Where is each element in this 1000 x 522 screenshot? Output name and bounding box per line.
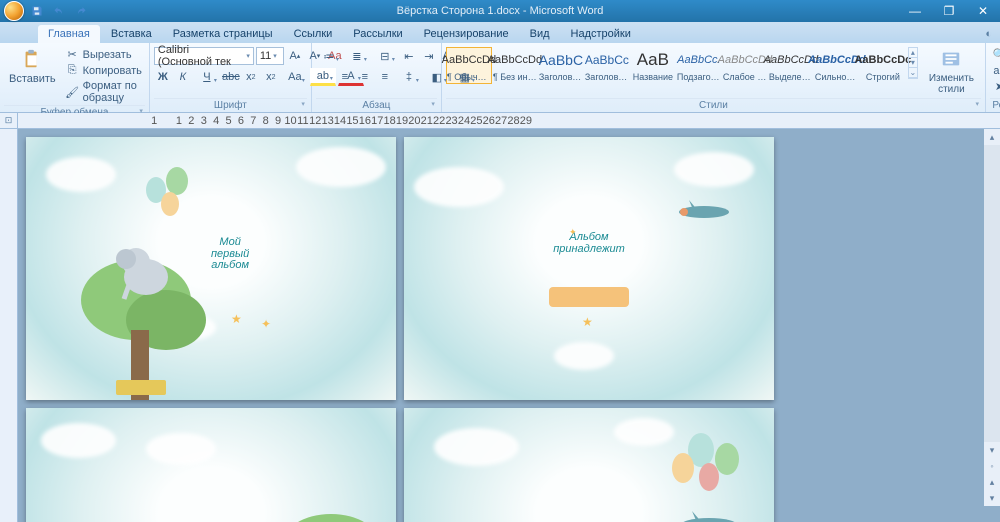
- cut-button[interactable]: ✂Вырезать: [63, 47, 145, 62]
- italic-button[interactable]: К: [174, 68, 192, 86]
- paste-icon: [20, 47, 44, 71]
- vertical-scrollbar[interactable]: ▴▾◦▴▾: [984, 129, 1000, 506]
- document-canvas[interactable]: Мойпервыйальбом ★ ✦ Альбомпринадлежит ★: [18, 129, 1000, 522]
- ruler-corner[interactable]: ⊡: [0, 113, 18, 129]
- copy-icon: ⎘: [66, 64, 79, 77]
- tab-mailings[interactable]: Рассылки: [343, 25, 412, 43]
- quick-access-toolbar: [0, 1, 90, 21]
- font-family-combo[interactable]: Calibri (Основной тек▾: [154, 47, 254, 65]
- scissors-icon: ✂: [66, 48, 79, 61]
- tab-insert[interactable]: Вставка: [101, 25, 162, 43]
- format-painter-button[interactable]: 🖌Формат по образцу: [63, 79, 145, 105]
- justify-button[interactable]: ≡: [376, 68, 394, 86]
- tab-view[interactable]: Вид: [520, 25, 560, 43]
- page1-text: Мойпервыйальбом: [211, 237, 249, 272]
- style-emphasis[interactable]: AaBbCcDdВыделение: [768, 47, 814, 84]
- help-icon[interactable]: ◐: [977, 25, 1000, 43]
- elephant-illustration: [116, 227, 176, 307]
- style-heading2[interactable]: AaBbCcЗаголовок 2: [584, 47, 630, 84]
- borders-button[interactable]: ▦: [452, 68, 478, 86]
- increase-indent-button[interactable]: ⇥: [420, 47, 438, 65]
- shading-button[interactable]: ◧: [424, 68, 450, 86]
- replace-icon: ab: [993, 64, 1000, 77]
- font-size-combo[interactable]: 11▾: [256, 47, 284, 65]
- bullets-button[interactable]: ≔: [316, 47, 342, 65]
- vertical-ruler[interactable]: [0, 129, 18, 522]
- undo-icon[interactable]: [50, 2, 68, 20]
- strike-button[interactable]: abc: [222, 68, 240, 86]
- line-spacing-button[interactable]: ‡: [396, 68, 422, 86]
- style-heading1[interactable]: AaBbCЗаголовок 1: [538, 47, 584, 84]
- plane2-illustration: [674, 503, 744, 522]
- document-area: ⊡ 11234567891011121314151617181920212223…: [0, 113, 1000, 522]
- horizontal-ruler[interactable]: 1123456789101112131415161718192021222324…: [18, 113, 1000, 129]
- subscript-button[interactable]: x2: [242, 68, 260, 86]
- find-icon: 🔍: [993, 48, 1000, 61]
- change-styles-button[interactable]: Изменить стили: [922, 45, 981, 97]
- tab-addins[interactable]: Надстройки: [561, 25, 641, 43]
- select-button[interactable]: ➤Выделить▾: [990, 79, 1000, 94]
- multilevel-button[interactable]: ⊟: [372, 47, 398, 65]
- copy-button[interactable]: ⎘Копировать: [63, 63, 145, 78]
- style-intense[interactable]: AaBbCcDdСильное в…: [814, 47, 860, 84]
- change-styles-icon: [939, 47, 963, 71]
- tab-page-layout[interactable]: Разметка страницы: [163, 25, 283, 43]
- styles-gallery[interactable]: AaBbCcDd¶ Обычный AaBbCcDd¶ Без инте… Aa…: [446, 45, 906, 86]
- group-paragraph: Абзац: [316, 98, 437, 111]
- style-title[interactable]: AaBНазвание: [630, 47, 676, 84]
- page2-text: Альбомпринадлежит: [553, 232, 625, 255]
- group-font: Шрифт: [154, 98, 307, 111]
- select-icon: ➤: [993, 80, 1000, 93]
- treehouse-illustration: [276, 511, 386, 522]
- style-subtle[interactable]: AaBbCcDdСлабое вы…: [722, 47, 768, 84]
- ribbon-banner: [549, 287, 629, 307]
- tab-references[interactable]: Ссылки: [284, 25, 343, 43]
- underline-button[interactable]: Ч: [194, 68, 220, 86]
- decrease-indent-button[interactable]: ⇤: [400, 47, 418, 65]
- grow-font-button[interactable]: A▴: [286, 47, 304, 65]
- tab-home[interactable]: Главная: [38, 25, 100, 43]
- page-1[interactable]: Мойпервыйальбом ★ ✦: [26, 137, 396, 400]
- style-strong[interactable]: AaBbCcDcСтрогий: [860, 47, 906, 84]
- paste-button[interactable]: Вставить: [4, 45, 61, 87]
- style-nospacing[interactable]: AaBbCcDd¶ Без инте…: [492, 47, 538, 84]
- minimize-button[interactable]: —: [898, 1, 932, 21]
- brush-icon: 🖌: [66, 86, 79, 99]
- highlight-button[interactable]: ab: [310, 68, 336, 86]
- page-3[interactable]: [26, 408, 396, 522]
- bold-button[interactable]: Ж: [154, 68, 172, 86]
- office-button[interactable]: [4, 1, 24, 21]
- title-bar: Вёрстка Сторона 1.docx - Microsoft Word …: [0, 0, 1000, 22]
- gallery-scroll[interactable]: ▴▾⌄: [908, 47, 918, 79]
- tab-review[interactable]: Рецензирование: [414, 25, 519, 43]
- numbering-button[interactable]: ≣: [344, 47, 370, 65]
- window-title: Вёрстка Сторона 1.docx - Microsoft Word: [397, 5, 604, 17]
- group-styles: Стили: [446, 98, 981, 111]
- maximize-button[interactable]: ❐: [932, 1, 966, 21]
- save-icon[interactable]: [28, 2, 46, 20]
- ribbon: Вставить ✂Вырезать ⎘Копировать 🖌Формат п…: [0, 43, 1000, 113]
- plane-illustration: [674, 192, 734, 232]
- close-button[interactable]: ✕: [966, 1, 1000, 21]
- change-case-button[interactable]: Aa: [282, 68, 308, 86]
- redo-icon[interactable]: [72, 2, 90, 20]
- replace-button[interactable]: abЗаменить: [990, 63, 1000, 78]
- ribbon-tabs: Главная Вставка Разметка страницы Ссылки…: [0, 22, 1000, 43]
- superscript-button[interactable]: x2: [262, 68, 280, 86]
- page-2[interactable]: Альбомпринадлежит ★ ✦: [404, 137, 774, 400]
- find-button[interactable]: 🔍Найти▾: [990, 47, 1000, 62]
- page-4[interactable]: [404, 408, 774, 522]
- group-editing: Редактирование: [990, 98, 1000, 111]
- font-color-button[interactable]: A: [338, 68, 364, 86]
- style-subtitle[interactable]: AaBbCc.Подзаголо…: [676, 47, 722, 84]
